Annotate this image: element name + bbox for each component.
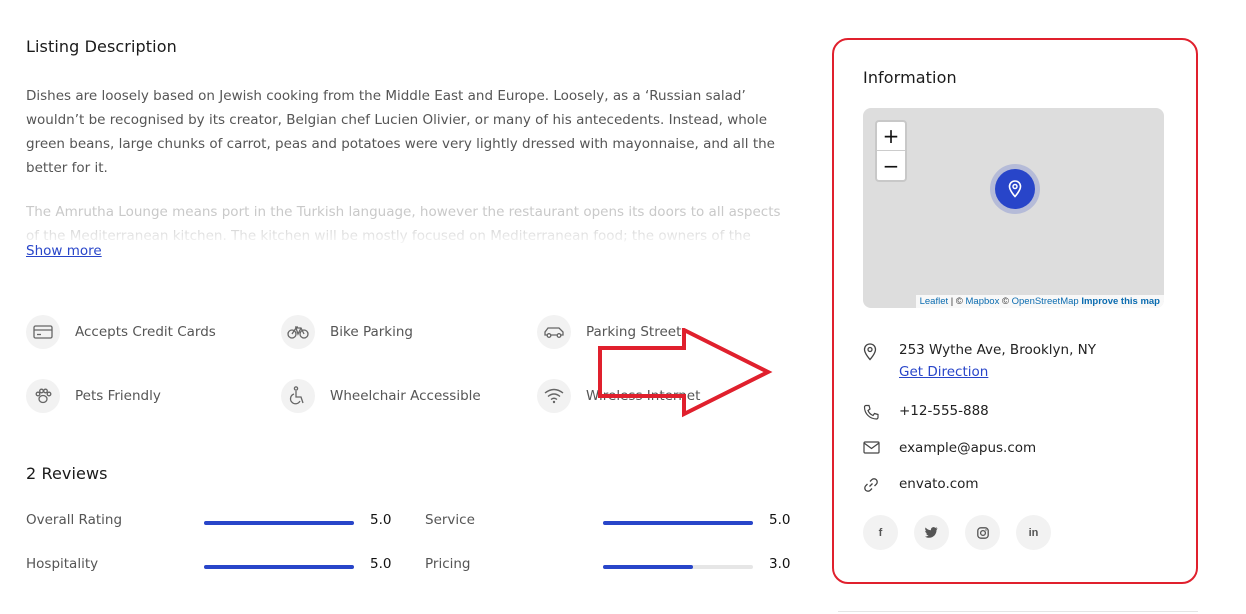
address-row: 253 Wythe Ave, Brooklyn, NY Get Directio… [863,342,1096,380]
attribution-separator: | © [948,296,966,307]
website-row: envato.com [863,476,979,493]
phone-link[interactable]: +12-555-888 [899,403,989,419]
amenity-label: Accepts Credit Cards [75,324,216,340]
amenity-item: Bike Parking [281,314,413,350]
rating-bar [603,521,753,525]
car-icon [537,315,571,349]
rating-bar [603,565,753,569]
description-paragraph: Dishes are loosely based on Jewish cooki… [26,88,775,176]
rating-bar [204,565,354,569]
leaflet-link[interactable]: Leaflet [920,296,949,307]
listing-description-title: Listing Description [26,37,177,56]
link-icon [863,476,899,493]
openstreetmap-link[interactable]: OpenStreetMap [1012,296,1079,307]
amenity-item: Wheelchair Accessible [281,378,481,414]
zoom-in-button[interactable]: + [877,122,905,151]
zoom-out-button[interactable]: − [877,151,905,180]
information-title: Information [863,68,957,87]
linkedin-label: in [1028,526,1039,539]
rating-row: Pricing 3.0 [425,556,795,576]
rating-label: Service [425,512,475,528]
email-link[interactable]: example@apus.com [899,440,1036,456]
email-row: example@apus.com [863,440,1036,456]
address-text: 253 Wythe Ave, Brooklyn, NY [899,342,1097,358]
map-pin-icon [863,342,899,361]
credit-card-icon [26,315,60,349]
phone-row: +12-555-888 [863,403,989,420]
amenity-item: Accepts Credit Cards [26,314,216,350]
rating-value: 5.0 [370,512,392,528]
attribution-separator: © [999,296,1012,307]
rating-bar-fill [204,565,354,569]
rating-bar-fill [204,521,354,525]
map[interactable]: + − Leaflet | © Mapbox © OpenStreetMap I… [863,108,1164,308]
mail-icon [863,440,899,454]
linkedin-icon[interactable]: in [1016,515,1051,550]
divider [838,611,1198,612]
wheelchair-icon [281,379,315,413]
social-links: f twitter instagram in [863,515,1051,550]
phone-icon [863,403,899,420]
bike-icon [281,315,315,349]
rating-value: 5.0 [769,512,791,528]
zoom-control: + − [875,120,907,182]
mapbox-link[interactable]: Mapbox [966,296,1000,307]
rating-label: Pricing [425,556,471,572]
improve-map-link[interactable]: Improve this map [1081,296,1160,307]
annotation-arrow [598,328,773,418]
amenity-label: Pets Friendly [75,388,161,404]
rating-value: 5.0 [370,556,392,572]
description-paragraph-faded: The Amrutha Lounge means port in the Tur… [26,200,786,244]
get-direction-link[interactable]: Get Direction [899,364,1096,380]
website-link[interactable]: envato.com [899,476,979,492]
facebook-label: f [878,526,883,539]
listing-description: Dishes are loosely based on Jewish cooki… [26,84,786,244]
show-more-link[interactable]: Show more [26,243,102,259]
rating-label: Overall Rating [26,512,123,528]
amenity-label: Bike Parking [330,324,413,340]
map-marker[interactable] [990,164,1040,214]
amenity-label: Wheelchair Accessible [330,388,481,404]
rating-bar-fill [603,565,693,569]
twitter-icon[interactable]: twitter [914,515,949,550]
reviews-title: 2 Reviews [26,464,108,483]
rating-row: Overall Rating 5.0 [26,512,396,532]
map-attribution: Leaflet | © Mapbox © OpenStreetMap Impro… [915,295,1164,308]
rating-row: Hospitality 5.0 [26,556,396,576]
facebook-icon[interactable]: f [863,515,898,550]
rating-row: Service 5.0 [425,512,795,532]
rating-bar-fill [603,521,753,525]
wifi-icon [537,379,571,413]
rating-label: Hospitality [26,556,99,572]
paw-icon [26,379,60,413]
instagram-icon[interactable]: instagram [965,515,1000,550]
rating-value: 3.0 [769,556,791,572]
rating-bar [204,521,354,525]
map-pin-icon [995,169,1035,209]
amenity-item: Pets Friendly [26,378,161,414]
